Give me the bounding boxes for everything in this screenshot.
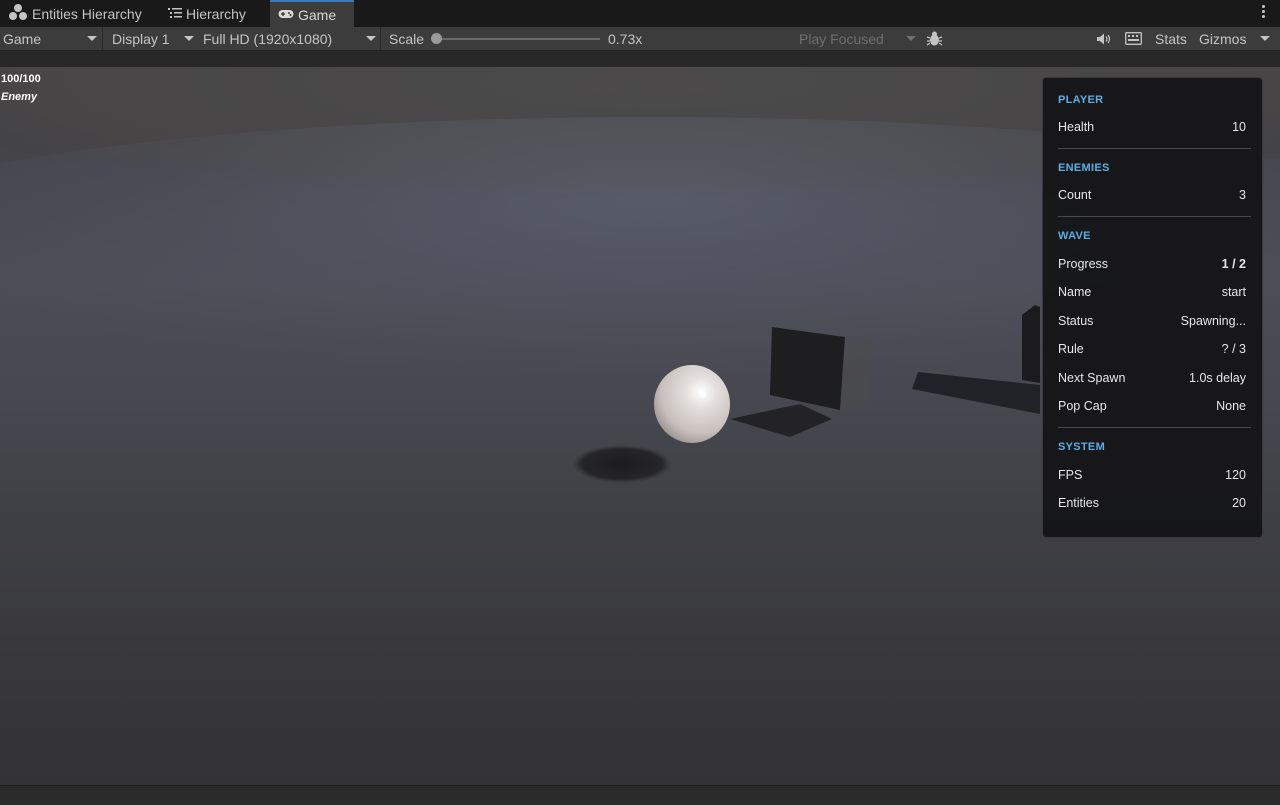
play-focused-label: Play Focused bbox=[799, 30, 884, 47]
stat-label: Next Spawn bbox=[1058, 371, 1126, 385]
enemy-cube bbox=[770, 327, 845, 410]
bug-icon[interactable] bbox=[926, 27, 943, 50]
section-divider bbox=[1058, 148, 1251, 149]
stat-value: 10 bbox=[1232, 120, 1246, 134]
stat-label: Progress bbox=[1058, 257, 1109, 271]
stat-label: Entities bbox=[1058, 496, 1099, 510]
stat-label: Count bbox=[1058, 188, 1092, 202]
scale-label: Scale bbox=[389, 30, 425, 47]
gizmos-dropdown[interactable]: Gizmos bbox=[1199, 27, 1271, 50]
stat-value: None bbox=[1216, 399, 1246, 413]
stat-value: 20 bbox=[1232, 496, 1246, 510]
section-divider bbox=[1058, 427, 1251, 428]
section-title-player: PLAYER bbox=[1058, 94, 1104, 106]
cube-shadow bbox=[912, 372, 1040, 414]
chevron-down-icon bbox=[184, 36, 194, 41]
stat-row-fps: FPS 120 bbox=[1058, 467, 1246, 483]
stat-row-health: Health 10 bbox=[1058, 119, 1246, 135]
enemy-name-label: Enemy bbox=[1, 91, 38, 103]
stats-button[interactable]: Stats bbox=[1155, 27, 1187, 50]
game-view-toolbar: Game Display 1 Full HD (1920x1080) Scale… bbox=[0, 27, 1280, 51]
hierarchy-list-icon bbox=[168, 6, 182, 22]
enemy-cube bbox=[1022, 305, 1040, 383]
player-shadow bbox=[572, 445, 672, 483]
section-title-enemies: ENEMIES bbox=[1058, 162, 1110, 174]
stat-row-progress: Progress 1 / 2 bbox=[1058, 256, 1246, 272]
scale-value: 0.73x bbox=[608, 30, 643, 47]
chevron-down-icon bbox=[906, 36, 916, 41]
cube-side bbox=[840, 337, 870, 410]
audio-icon[interactable] bbox=[1096, 27, 1112, 50]
stat-row-next-spawn: Next Spawn 1.0s delay bbox=[1058, 370, 1246, 386]
play-focused-dropdown[interactable]: Play Focused bbox=[799, 27, 917, 50]
section-title-system: SYSTEM bbox=[1058, 441, 1106, 453]
player-sphere bbox=[654, 365, 730, 443]
resolution-label: Full HD (1920x1080) bbox=[203, 30, 333, 47]
more-options-icon[interactable] bbox=[1262, 5, 1266, 21]
gizmos-label: Gizmos bbox=[1199, 30, 1247, 47]
tab-hierarchy[interactable]: Hierarchy bbox=[168, 0, 266, 27]
stat-value: 1 / 2 bbox=[1221, 257, 1246, 271]
chevron-down-icon bbox=[1260, 36, 1270, 41]
gamepad-icon bbox=[278, 7, 294, 23]
tab-entities-hierarchy[interactable]: Entities Hierarchy bbox=[6, 0, 156, 27]
tab-label: Entities Hierarchy bbox=[32, 5, 142, 22]
stat-row-entities: Entities 20 bbox=[1058, 495, 1246, 511]
status-bar bbox=[0, 785, 1280, 805]
tab-game[interactable]: Game bbox=[270, 0, 354, 27]
stat-value: start bbox=[1221, 285, 1246, 299]
entities-icon bbox=[8, 3, 28, 24]
stat-row-count: Count 3 bbox=[1058, 187, 1246, 203]
scale-slider-handle[interactable] bbox=[431, 33, 442, 44]
stat-row-name: Name start bbox=[1058, 284, 1246, 300]
debug-stats-panel: PLAYER Health 10 ENEMIES Count 3 WAVE Pr… bbox=[1042, 77, 1263, 538]
stat-label: FPS bbox=[1058, 468, 1083, 482]
cube-shadow bbox=[730, 404, 832, 437]
stat-value: ? / 3 bbox=[1221, 342, 1246, 356]
game-viewport[interactable]: 100/100 Enemy PLAYER Health 10 ENEMIES C… bbox=[0, 67, 1280, 785]
stat-row-rule: Rule ? / 3 bbox=[1058, 341, 1246, 357]
view-mode-dropdown[interactable]: Game bbox=[3, 27, 99, 50]
stat-label: Pop Cap bbox=[1058, 399, 1107, 413]
stat-value: 1.0s delay bbox=[1189, 371, 1246, 385]
tab-label: Game bbox=[298, 6, 337, 23]
stat-label: Name bbox=[1058, 285, 1092, 299]
section-divider bbox=[1058, 216, 1251, 217]
chevron-down-icon bbox=[366, 36, 376, 41]
chevron-down-icon bbox=[87, 36, 97, 41]
editor-tab-bar: Entities Hierarchy Hierarchy Game bbox=[0, 0, 1280, 27]
resolution-dropdown[interactable]: Full HD (1920x1080) bbox=[203, 27, 377, 50]
keyboard-icon[interactable] bbox=[1125, 27, 1142, 50]
stat-label: Status bbox=[1058, 314, 1094, 328]
tab-label: Hierarchy bbox=[186, 5, 246, 22]
display-dropdown[interactable]: Display 1 bbox=[112, 27, 196, 50]
stat-value: 3 bbox=[1239, 188, 1246, 202]
stat-label: Rule bbox=[1058, 342, 1084, 356]
toolbar-strip bbox=[0, 51, 1280, 67]
stat-value: 120 bbox=[1225, 468, 1246, 482]
stat-row-status: Status Spawning... bbox=[1058, 313, 1246, 329]
enemy-health-label: 100/100 bbox=[1, 73, 41, 85]
display-label: Display 1 bbox=[112, 30, 170, 47]
stat-value: Spawning... bbox=[1180, 314, 1246, 328]
view-mode-label: Game bbox=[3, 30, 42, 47]
scale-slider-track[interactable] bbox=[436, 38, 600, 40]
section-title-wave: WAVE bbox=[1058, 230, 1091, 242]
stat-row-pop-cap: Pop Cap None bbox=[1058, 398, 1246, 414]
stat-label: Health bbox=[1058, 120, 1095, 134]
